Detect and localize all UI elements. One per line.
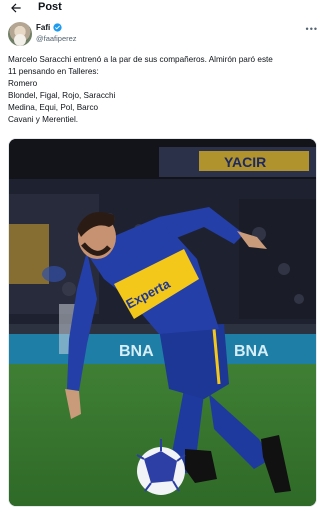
tweet-line: Medina, Equi, Pol, Barco — [8, 103, 99, 112]
svg-text:BNA: BNA — [234, 343, 269, 360]
arrow-left-icon[interactable] — [9, 1, 23, 15]
tweet-line: 11 pensando en Talleres: — [8, 67, 99, 76]
more-options-icon[interactable]: ••• — [306, 24, 318, 34]
top-bar: Post — [0, 0, 326, 16]
stand-text: YACIR — [224, 154, 266, 170]
avatar[interactable] — [8, 22, 32, 46]
author-block: Fafi @faafiperez ••• — [8, 22, 318, 48]
tweet-line: Blondel, Figal, Rojo, Saracchi — [8, 91, 116, 100]
banner-text: BNA — [119, 343, 154, 360]
photo-football-player: YACIR BNA BNA Experta — [9, 139, 316, 506]
author-handle[interactable]: @faafiperez — [36, 34, 77, 43]
verified-badge-icon — [53, 23, 62, 32]
tweet-line: Cavani y Merentiel. — [8, 115, 79, 124]
tweet-line: Marcelo Saracchi entrenó a la par de sus… — [8, 55, 273, 64]
page-title: Post — [38, 1, 62, 13]
name-row: Fafi — [36, 23, 62, 32]
tweet-line: Romero — [8, 79, 38, 88]
tweet-photo[interactable]: YACIR BNA BNA Experta — [8, 138, 317, 507]
tweet-text: Marcelo Saracchi entrenó a la par de sus… — [8, 54, 320, 126]
author-display-name[interactable]: Fafi — [36, 23, 50, 32]
